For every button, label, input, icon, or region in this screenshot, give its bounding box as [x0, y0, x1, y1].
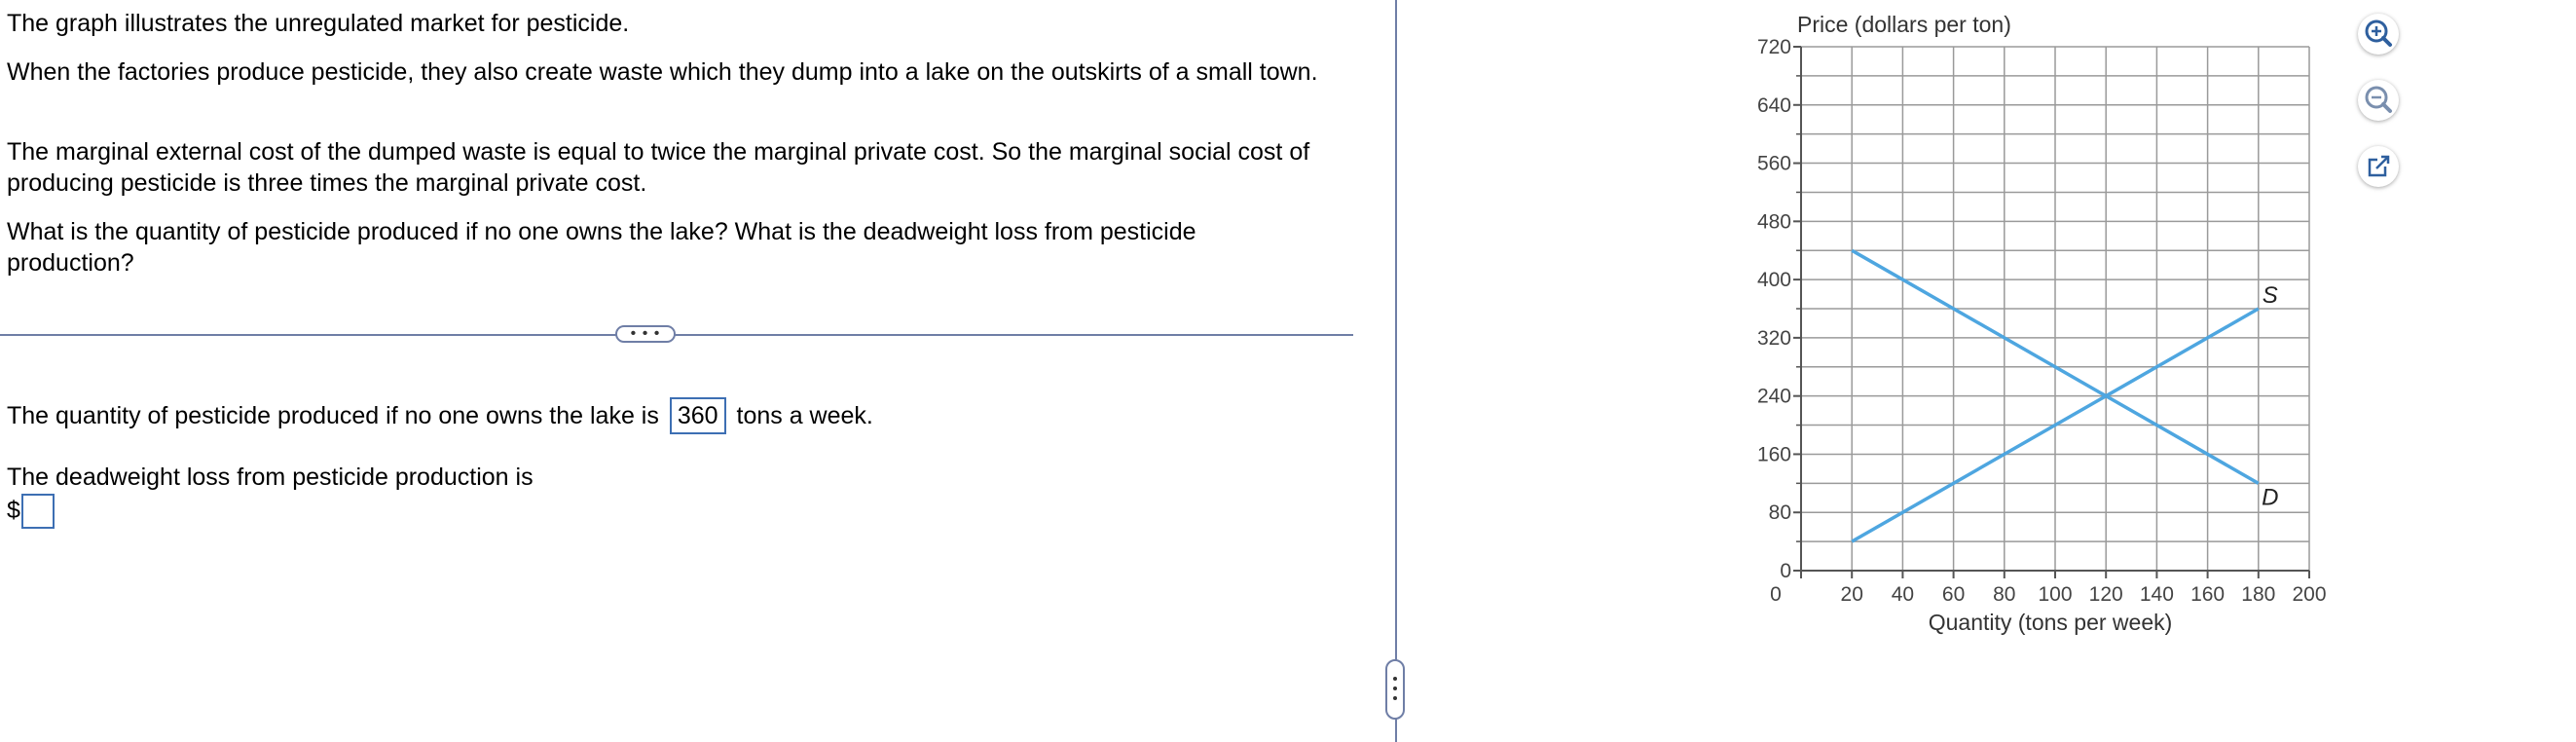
- question-intro: The graph illustrates the unregulated ma…: [7, 10, 630, 37]
- y-tick-label: 560: [1757, 153, 1791, 175]
- y-tick-label: 720: [1757, 36, 1791, 58]
- section-divider: [0, 334, 1353, 336]
- x-tick-label: 180: [2241, 583, 2275, 606]
- curve-label-d: D: [2262, 484, 2278, 510]
- curve-label-s: S: [2263, 282, 2278, 309]
- panel-resize-handle[interactable]: [1385, 659, 1405, 720]
- y-axis-label: Price (dollars per ton): [1797, 12, 2011, 37]
- panel-divider: [1395, 0, 1397, 742]
- y-tick-label: 320: [1757, 327, 1791, 350]
- y-tick-label: 640: [1757, 94, 1791, 117]
- dwl-label: The deadweight loss from pesticide produ…: [7, 464, 534, 491]
- x-tick-label: 80: [1993, 583, 2015, 606]
- zoom-out-icon: [2365, 86, 2392, 113]
- currency-symbol: $: [7, 497, 20, 524]
- y-tick-label: 80: [1769, 501, 1791, 524]
- x-tick-label: 60: [1942, 583, 1965, 606]
- y-tick-label: 240: [1757, 386, 1791, 408]
- x-tick-label: 100: [2038, 583, 2072, 606]
- x-tick-label: 140: [2140, 583, 2174, 606]
- zoom-in-icon: [2365, 19, 2392, 47]
- x-tick-label: 200: [2292, 583, 2326, 606]
- question-context: When the factories produce pesticide, th…: [7, 58, 1318, 86]
- expand-button[interactable]: • • •: [615, 325, 676, 343]
- quantity-answer-line: The quantity of pesticide produced if no…: [7, 397, 873, 434]
- x-axis-label: Quantity (tons per week): [1929, 610, 2173, 635]
- quantity-prefix: The quantity of pesticide produced if no…: [7, 402, 659, 429]
- quantity-answer-field[interactable]: 360: [669, 397, 726, 434]
- x-tick-label: 120: [2089, 583, 2123, 606]
- x-tick-label: 20: [1841, 583, 1863, 606]
- chart-grid: [1800, 46, 2310, 572]
- chart-ticks: 0 80 160 240 320 400 480 560 640 720 0 20 40 60 80 100 1…: [1757, 36, 2327, 606]
- y-tick-label: 400: [1757, 269, 1791, 291]
- question-cost-statement: The marginal external cost of the dumped…: [7, 138, 1310, 197]
- y-tick-label: 160: [1757, 443, 1791, 465]
- zoom-in-button[interactable]: [2358, 14, 2399, 55]
- question-panel: The graph illustrates the unregulated ma…: [0, 0, 1363, 742]
- popout-button[interactable]: [2358, 146, 2399, 187]
- deadweight-loss-input[interactable]: [21, 494, 55, 529]
- x-tick-label: 40: [1892, 583, 1914, 606]
- supply-demand-graph[interactable]: 0 80 160 240 320 400 480 560 640 720 0 20 40 60 80 100 1…: [1723, 0, 2346, 662]
- external-link-icon: [2368, 155, 2391, 177]
- quantity-suffix: tons a week.: [736, 402, 873, 429]
- x-tick-label: 0: [1770, 583, 1782, 606]
- y-tick-label: 480: [1757, 210, 1791, 233]
- zoom-out-button[interactable]: [2358, 80, 2399, 121]
- y-tick-label: 0: [1780, 560, 1791, 582]
- question-prompt: What is the quantity of pesticide produc…: [7, 218, 1196, 277]
- x-tick-label: 160: [2190, 583, 2225, 606]
